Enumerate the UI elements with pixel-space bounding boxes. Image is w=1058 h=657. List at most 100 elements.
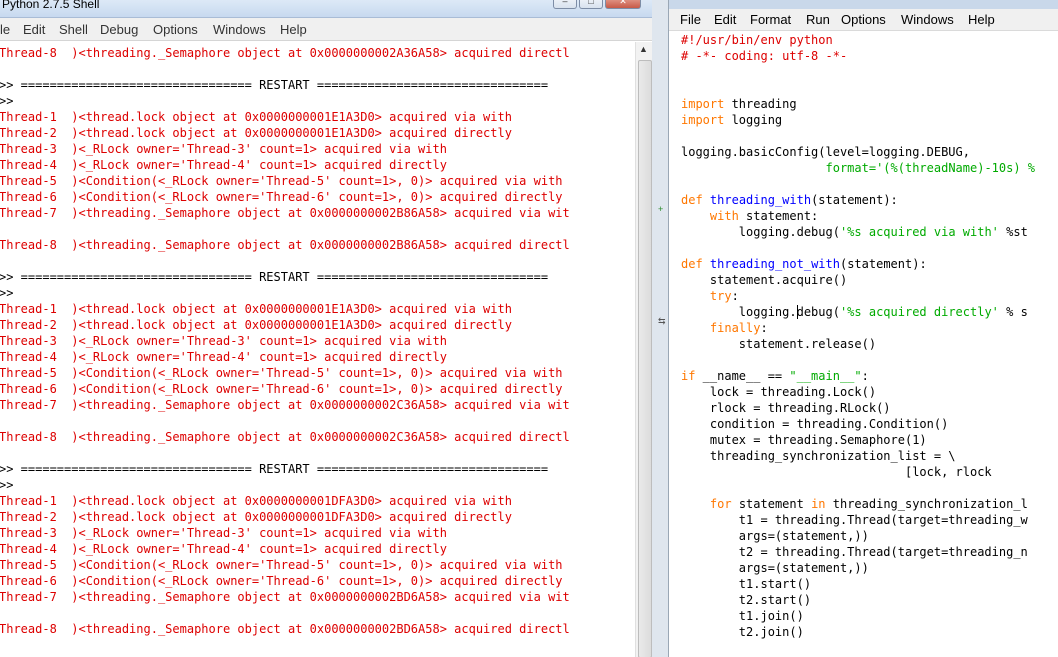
python-shell-window: Python 2.7.5 Shell – □ ✕ le Edit Shell D… [0,0,660,657]
code-token: %st [998,225,1028,239]
scrollbar-thumb[interactable] [638,60,652,657]
code-token: t1 = threading.Thread(target=threading_w [681,513,1028,527]
code-token: (statement): [811,193,898,207]
code-token: lock = threading.Lock() [681,385,877,399]
code-token: t2.join() [681,625,804,639]
shell-output-line: Thread-8 )<threading._Semaphore object a… [0,430,570,444]
editor-menu-format[interactable]: Format [750,12,791,27]
code-token: threading [724,97,797,111]
editor-menu-bar: File Edit Format Run Options Windows Hel… [669,9,1058,31]
shell-output-line: Thread-1 )<thread.lock object at 0x00000… [0,110,512,124]
code-line: condition = threading.Condition() [681,416,948,432]
shell-output-line: Thread-6 )<Condition(<_RLock owner='Thre… [0,382,563,396]
menu-debug[interactable]: Debug [100,22,138,37]
code-token: statement.release() [681,337,877,351]
shell-scrollbar[interactable]: ▲ [635,42,653,657]
menu-options[interactable]: Options [153,22,198,37]
editor-title-bar[interactable] [669,0,1058,9]
code-line: rlock = threading.RLock() [681,400,891,416]
minimize-icon[interactable]: – [553,0,577,9]
code-token: for [709,497,732,511]
code-line: import threading [681,96,797,112]
code-line: # -*- coding: utf-8 -*- [681,48,847,64]
code-line: for statement in threading_synchronizati… [681,496,1028,512]
editor-menu-options[interactable]: Options [841,12,886,27]
shell-output-line: Thread-2 )<thread.lock object at 0x00000… [0,126,512,140]
editor-menu-run[interactable]: Run [806,12,830,27]
code-editor-area[interactable]: #!/usr/bin/env python # -*- coding: utf-8… [669,32,1058,657]
code-line: lock = threading.Lock() [681,384,876,400]
menu-shell[interactable]: Shell [59,22,88,37]
editor-menu-edit[interactable]: Edit [714,12,736,27]
shell-output-line: Thread-8 )<threading._Semaphore object a… [0,622,570,636]
code-token: with [709,209,739,223]
shell-output-line: Thread-4 )<_RLock owner='Thread-4' count… [0,350,447,364]
code-token: '%s acquired via with' [839,225,999,239]
shell-output-line: Thread-1 )<thread.lock object at 0x00000… [0,302,512,316]
shell-output-line: Thread-2 )<thread.lock object at 0x00000… [0,318,512,332]
menu-help[interactable]: Help [280,22,307,37]
code-token: t1.join() [681,609,804,623]
shell-output-line: Thread-2 )<thread.lock object at 0x00000… [0,510,512,524]
code-token: rlock = threading.RLock() [681,401,891,415]
shell-output-line: Thread-1 )<thread.lock object at 0x00000… [0,494,512,508]
plus-icon: + [658,204,664,214]
code-token: % s [998,305,1028,319]
code-token: try [709,289,732,303]
code-token: t2.start() [681,593,812,607]
code-token: statement.acquire() [681,273,848,287]
code-line: if __name__ == "__main__": [681,368,869,384]
code-line: threading_synchronization_list = \ [681,448,956,464]
code-token: threading_not_with [709,257,840,271]
code-token: logging.debug( [681,305,840,319]
code-token: t1.start() [681,577,812,591]
editor-menu-windows[interactable]: Windows [901,12,954,27]
code-token: t2 = threading.Thread(target=threading_n [681,545,1028,559]
shell-output-area[interactable]: Thread-8 )<threading._Semaphore object a… [0,42,635,657]
code-token: [lock, rlock [681,465,992,479]
code-token: def [681,193,703,207]
resize-icon: ⇆ [658,316,666,326]
code-line: def threading_not_with(statement): [681,256,927,272]
code-line: args=(statement,)) [681,528,869,544]
code-token: import [681,97,725,111]
code-token: : [760,321,768,335]
code-line: [lock, rlock [681,464,992,480]
shell-output-line: >> [0,286,14,300]
background-window-strip: + ⇆ [652,0,668,657]
menu-windows[interactable]: Windows [213,22,266,37]
shell-output-line: Thread-3 )<_RLock owner='Thread-3' count… [0,526,447,540]
code-token: args=(statement,)) [681,529,869,543]
code-token: #!/usr/bin/env python [681,33,833,47]
maximize-icon[interactable]: □ [579,0,603,9]
shell-output-line: Thread-7 )<threading._Semaphore object a… [0,206,570,220]
shell-output-line: Thread-6 )<Condition(<_RLock owner='Thre… [0,574,563,588]
shell-output-line: Thread-5 )<Condition(<_RLock owner='Thre… [0,174,563,188]
shell-output-line: Thread-5 )<Condition(<_RLock owner='Thre… [0,366,563,380]
code-line: def threading_with(statement): [681,192,898,208]
code-line: t2.join() [681,624,804,640]
code-line: t1.join() [681,608,804,624]
code-token: in [811,497,826,511]
shell-output-line: Thread-5 )<Condition(<_RLock owner='Thre… [0,558,563,572]
editor-menu-help[interactable]: Help [968,12,995,27]
code-token: finally [709,321,761,335]
code-line: t2 = threading.Thread(target=threading_n [681,544,1028,560]
code-line: statement.acquire() [681,272,847,288]
editor-menu-file[interactable]: File [680,12,701,27]
close-icon[interactable]: ✕ [605,0,641,9]
code-token: logging [724,113,783,127]
menu-file[interactable]: le [0,22,10,37]
scroll-up-arrow-icon[interactable]: ▲ [639,44,648,54]
code-token: statement: [738,209,819,223]
menu-edit[interactable]: Edit [23,22,45,37]
code-token: logging.basicConfig(level=logging.DEBUG, [681,145,970,159]
code-token: # -*- coding: utf-8 -*- [681,49,848,63]
code-token: threading_with [709,193,812,207]
shell-title-bar[interactable]: Python 2.7.5 Shell – □ ✕ [0,0,660,18]
